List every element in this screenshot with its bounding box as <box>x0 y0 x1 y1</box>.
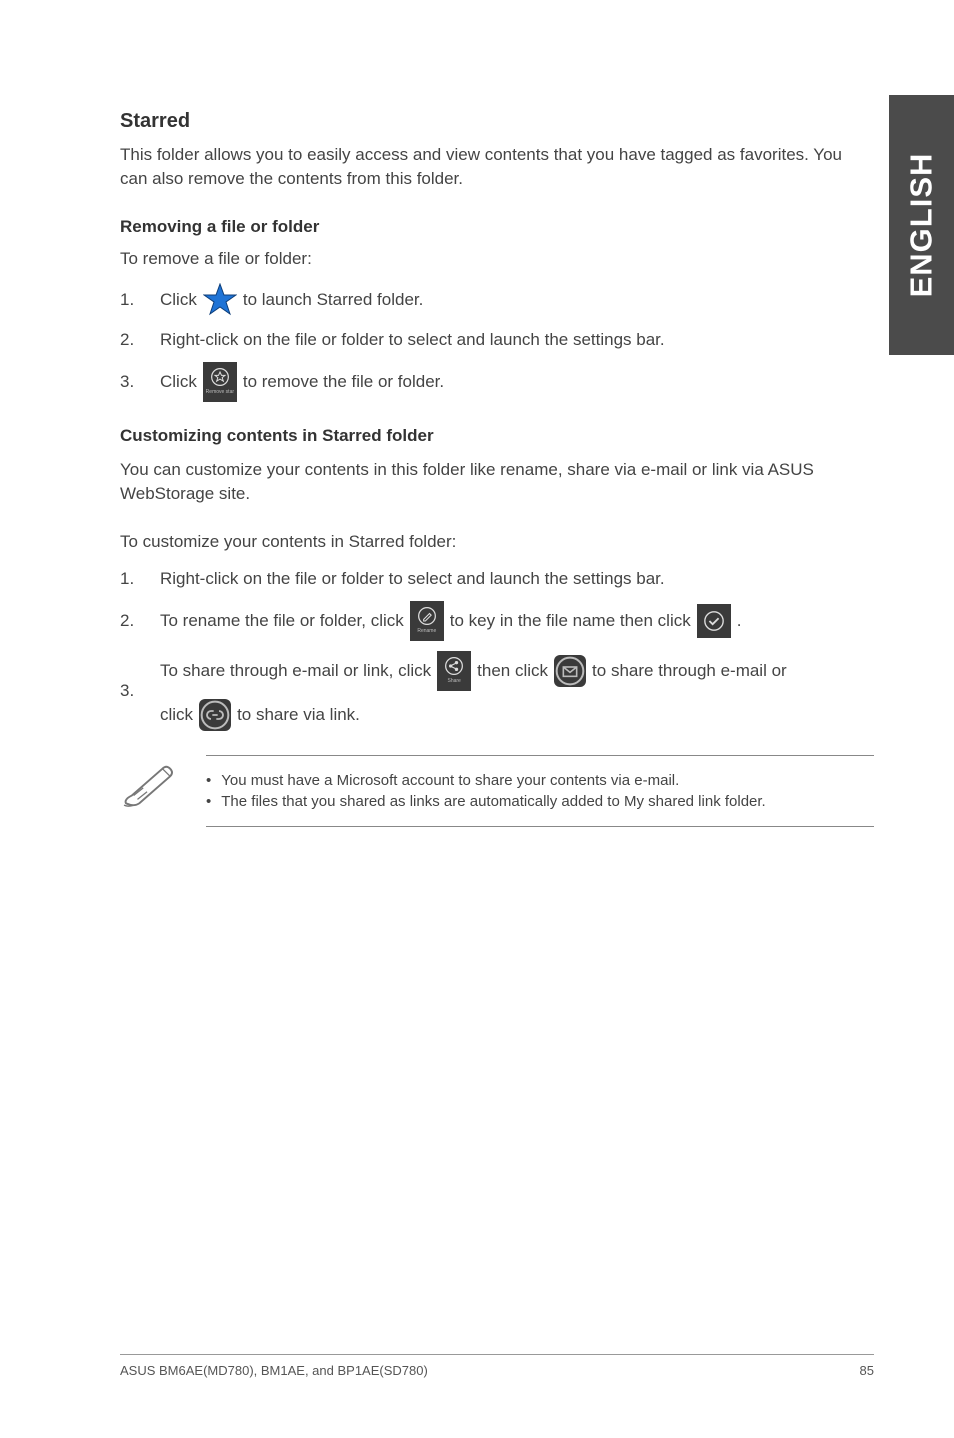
step-text: to launch Starred folder. <box>243 287 424 313</box>
step-text: to share through e-mail or <box>592 658 787 684</box>
customize-heading: Customizing contents in Starred folder <box>120 426 874 446</box>
step-number: 1. <box>120 287 160 313</box>
step-text: To rename the file or folder, click <box>160 608 404 634</box>
section-intro: This folder allows you to easily access … <box>120 143 874 191</box>
list-item: 1. Right-click on the file or folder to … <box>120 566 874 592</box>
list-item: 2. To rename the file or folder, click R… <box>120 601 874 641</box>
section-heading: Starred <box>120 110 874 133</box>
share-label: Share <box>448 678 461 686</box>
rename-icon: Rename <box>410 601 444 641</box>
step-number: 1. <box>120 566 160 592</box>
check-icon <box>697 604 731 638</box>
removing-heading: Removing a file or folder <box>120 217 874 237</box>
footer-page-number: 85 <box>860 1363 874 1378</box>
remove-star-icon: Remove star <box>203 362 237 402</box>
list-item: 3. To share through e-mail or link, clic… <box>120 651 874 731</box>
list-item: 3. Click Remove star to remove the file … <box>120 362 874 402</box>
note-content: You must have a Microsoft account to sha… <box>206 755 874 827</box>
pen-note-icon <box>120 761 178 809</box>
link-icon <box>199 699 231 731</box>
step-text: To share through e-mail or link, click <box>160 658 431 684</box>
step-text: Right-click on the file or folder to sel… <box>160 327 665 353</box>
note-text: The files that you shared as links are a… <box>221 793 765 810</box>
share-icon: Share <box>437 651 471 691</box>
star-icon <box>203 283 237 317</box>
remove-star-label: Remove star <box>206 389 234 397</box>
step-text: to remove the file or folder. <box>243 369 444 395</box>
removing-lead: To remove a file or folder: <box>120 249 874 269</box>
footer-model: ASUS BM6AE(MD780), BM1AE, and BP1AE(SD78… <box>120 1363 428 1378</box>
removing-steps: 1. Click to launch Starred folder. 2. Ri… <box>120 283 874 403</box>
language-tab: ENGLISH <box>889 95 954 355</box>
page-footer: ASUS BM6AE(MD780), BM1AE, and BP1AE(SD78… <box>120 1354 874 1378</box>
note-item: The files that you shared as links are a… <box>206 793 874 810</box>
step-number: 3. <box>120 678 160 704</box>
step-text: Right-click on the file or folder to sel… <box>160 566 665 592</box>
step-text: then click <box>477 658 548 684</box>
step-text: Click <box>160 287 197 313</box>
note-item: You must have a Microsoft account to sha… <box>206 772 874 789</box>
customize-lead: To customize your contents in Starred fo… <box>120 532 874 552</box>
language-tab-label: ENGLISH <box>904 153 940 298</box>
customize-intro: You can customize your contents in this … <box>120 458 874 506</box>
step-text: to key in the file name then click <box>450 608 691 634</box>
customize-steps: 1. Right-click on the file or folder to … <box>120 566 874 732</box>
step-text: click <box>160 702 193 728</box>
step-number: 3. <box>120 369 160 395</box>
step-number: 2. <box>120 608 160 634</box>
list-item: 1. Click to launch Starred folder. <box>120 283 874 317</box>
step-text: Click <box>160 369 197 395</box>
step-number: 2. <box>120 327 160 353</box>
email-icon <box>554 655 586 687</box>
step-text: . <box>737 608 742 634</box>
note-box: You must have a Microsoft account to sha… <box>120 755 874 827</box>
step-text: to share via link. <box>237 702 360 728</box>
note-text: You must have a Microsoft account to sha… <box>221 772 679 789</box>
list-item: 2. Right-click on the file or folder to … <box>120 327 874 353</box>
rename-label: Rename <box>417 628 436 636</box>
